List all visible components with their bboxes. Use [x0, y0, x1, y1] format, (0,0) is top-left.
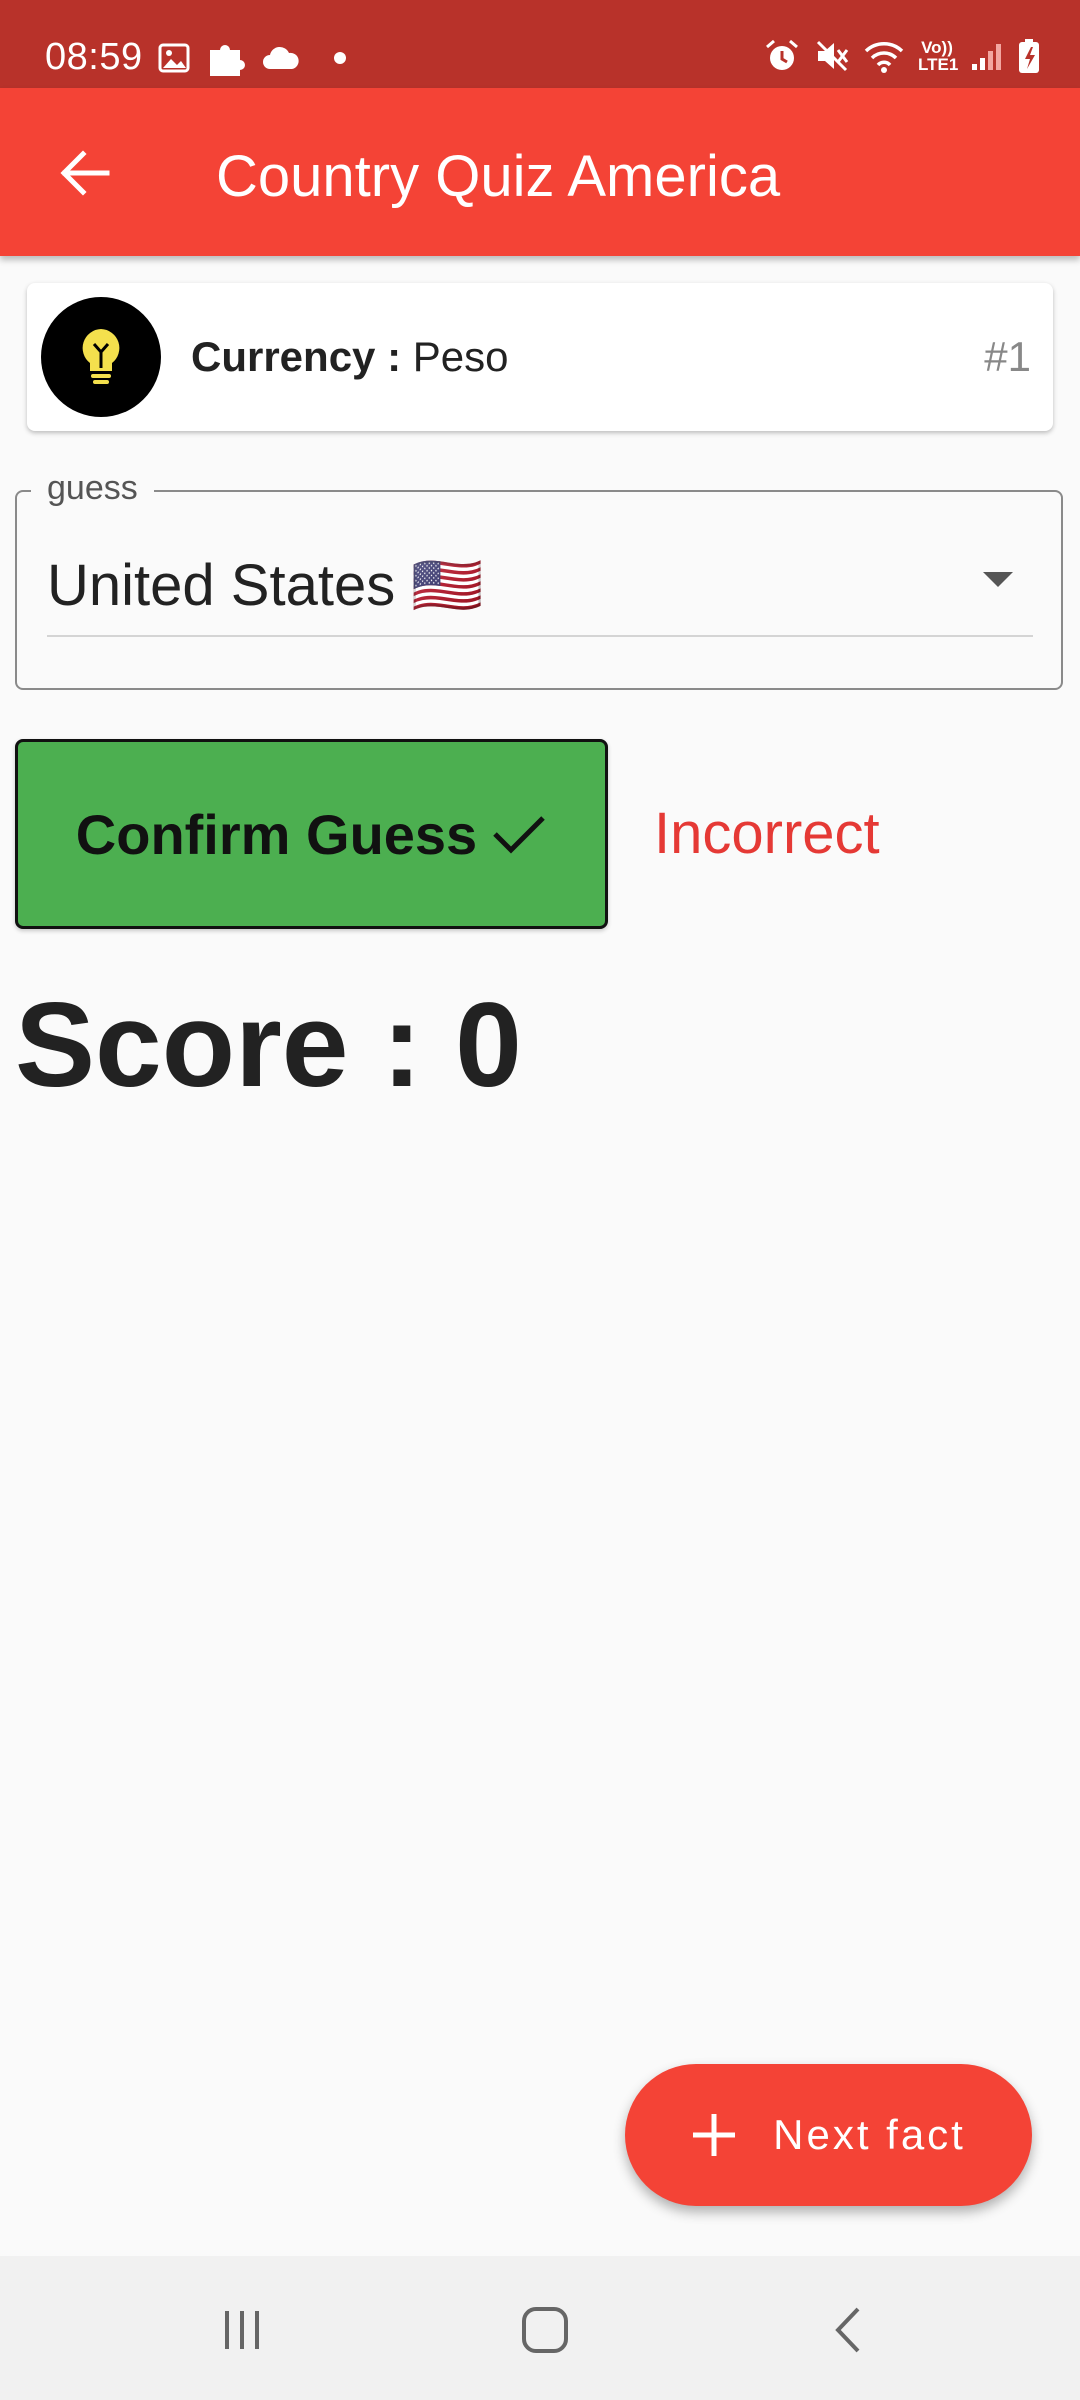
- mute-icon: [816, 40, 849, 72]
- home-icon: [522, 2307, 568, 2353]
- confirm-guess-button[interactable]: Confirm Guess: [15, 739, 608, 929]
- guess-label: guess: [31, 468, 154, 508]
- image-icon: [158, 43, 190, 73]
- home-button[interactable]: [485, 2290, 605, 2370]
- lightbulb-icon: [82, 329, 120, 384]
- guess-selected-value: United States 🇺🇸: [47, 553, 484, 618]
- fact-text: Currency : Peso: [191, 333, 508, 381]
- next-fact-label: Next fact: [773, 2111, 966, 2158]
- recent-apps-icon: [225, 2311, 259, 2349]
- dot-icon: [334, 52, 346, 64]
- status-right-icons: Vo)) LTE1: [764, 38, 1040, 74]
- back-icon: [835, 2307, 860, 2353]
- nav-back-button[interactable]: [788, 2290, 908, 2370]
- network-type-label: Vo)) LTE1: [918, 38, 959, 74]
- fact-value: Peso: [412, 333, 509, 380]
- battery-charging-icon: [1019, 39, 1039, 73]
- alarm-icon: [766, 39, 798, 70]
- page-title: Country Quiz America: [216, 144, 781, 209]
- status-bar: 08:59 Vo)) LTE1: [0, 0, 1080, 88]
- fact-card: Currency : Peso #1: [27, 283, 1053, 431]
- back-button[interactable]: [40, 136, 130, 210]
- confirm-guess-label: Confirm Guess: [75, 802, 478, 866]
- arrow-back-icon: [60, 150, 110, 196]
- app-bar: Country Quiz America: [0, 88, 1080, 256]
- recent-apps-button[interactable]: [182, 2290, 302, 2370]
- next-fact-button[interactable]: Next fact: [625, 2064, 1032, 2206]
- status-time: 08:59: [45, 36, 143, 78]
- status-left-icons: [158, 38, 352, 78]
- puzzle-icon: [210, 45, 245, 76]
- cloud-icon: [263, 46, 299, 69]
- plus-icon: [693, 2114, 736, 2156]
- navigation-bar: [0, 2256, 1080, 2400]
- signal-icon: [972, 44, 1001, 70]
- score-text: Score : 0: [15, 978, 522, 1112]
- fact-label: Currency :: [191, 333, 402, 380]
- guess-underline: [47, 635, 1033, 637]
- dropdown-arrow-icon[interactable]: [983, 572, 1013, 587]
- wifi-icon: [864, 42, 904, 73]
- fact-index: #1: [984, 333, 1031, 380]
- hint-avatar: [41, 297, 161, 417]
- guess-dropdown[interactable]: guess United States 🇺🇸: [15, 468, 1063, 690]
- result-text: Incorrect: [654, 801, 880, 866]
- check-icon: [493, 816, 545, 854]
